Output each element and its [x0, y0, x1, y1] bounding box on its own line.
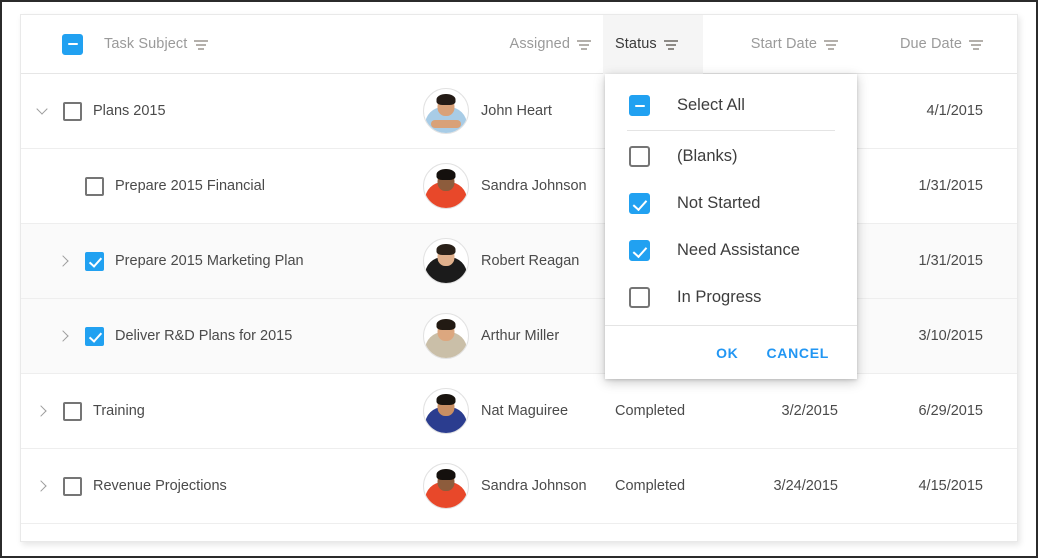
filter-icon[interactable] [577, 39, 591, 51]
grid-body: Plans 2015 John Heart 4/1/2015 Prepare 2015… [21, 74, 1017, 524]
table-row[interactable]: Training Nat Maguiree Completed 3/2/2015 6/2… [21, 374, 1017, 449]
table-row[interactable]: Deliver R&D Plans for 2015 Arthur Miller 3… [21, 299, 1017, 374]
filter-option-checkbox[interactable] [629, 146, 650, 167]
cell-task-subject: Training [21, 399, 401, 423]
chevron-right-icon[interactable] [31, 399, 55, 423]
task-subject-text: Revenue Projections [93, 478, 227, 494]
filter-ok-button[interactable]: OK [702, 337, 752, 369]
task-grid-card: Task Subject Assigned Status Start Date … [20, 14, 1018, 542]
filter-option-item[interactable]: In Progress [605, 274, 857, 321]
column-header-due-date[interactable]: Due Date [855, 15, 1017, 74]
avatar [423, 238, 469, 284]
column-header-assigned[interactable]: Assigned [401, 15, 603, 74]
filter-option-item[interactable]: Need Assistance [605, 227, 857, 274]
task-subject-text: Deliver R&D Plans for 2015 [115, 328, 293, 344]
filter-option-checkbox[interactable] [629, 95, 650, 116]
avatar [423, 463, 469, 509]
column-header-start-date-label: Start Date [750, 36, 817, 52]
column-header-task-subject[interactable]: Task Subject [21, 15, 401, 74]
row-select-checkbox[interactable] [85, 251, 104, 271]
cell-status: Completed [615, 478, 686, 494]
grid-header-row: Task Subject Assigned Status Start Date … [21, 14, 1017, 74]
filter-option-label: Select All [677, 96, 745, 114]
table-row[interactable]: Revenue Projections Sandra Johnson Complet… [21, 449, 1017, 524]
chevron-right-icon[interactable] [53, 249, 77, 273]
cell-due-date: 4/15/2015 [918, 478, 983, 494]
assigned-name: Sandra Johnson [481, 478, 587, 494]
cell-due-date: 6/29/2015 [918, 403, 983, 419]
assigned-name: Nat Maguiree [481, 403, 569, 419]
filter-popup-footer: OK CANCEL [605, 325, 857, 379]
cell-assigned: John Heart [401, 88, 603, 134]
filter-option-checkbox[interactable] [629, 193, 650, 214]
avatar [423, 388, 469, 434]
filter-option-item[interactable]: Not Started [605, 180, 857, 227]
avatar [423, 313, 469, 359]
row-select-checkbox[interactable] [63, 476, 82, 496]
cell-assigned: Robert Reagan [401, 238, 603, 284]
filter-option-list: Select All (Blanks) Not Started Need Assist… [605, 74, 857, 325]
assigned-name: John Heart [481, 103, 552, 119]
filter-select-all-item[interactable]: Select All [605, 82, 857, 129]
column-header-task-subject-label: Task Subject [104, 36, 188, 52]
column-header-status-label: Status [615, 36, 657, 52]
task-subject-text: Prepare 2015 Financial [115, 178, 265, 194]
filter-icon[interactable] [663, 39, 678, 51]
task-subject-text: Prepare 2015 Marketing Plan [115, 253, 304, 269]
row-select-checkbox[interactable] [85, 326, 104, 346]
chevron-right-icon[interactable] [31, 474, 55, 498]
filter-divider [627, 130, 835, 131]
column-header-status[interactable]: Status [603, 14, 703, 74]
task-subject-text: Plans 2015 [93, 103, 166, 119]
filter-option-checkbox[interactable] [629, 240, 650, 261]
cell-assigned: Sandra Johnson [401, 463, 603, 509]
filter-cancel-button[interactable]: CANCEL [752, 337, 843, 369]
select-all-checkbox[interactable] [62, 33, 83, 55]
table-row[interactable]: Plans 2015 John Heart 4/1/2015 [21, 74, 1017, 149]
table-row[interactable]: Prepare 2015 Financial Sandra Johnson 1/31… [21, 149, 1017, 224]
assigned-name: Arthur Miller [481, 328, 560, 344]
chevron-right-icon[interactable] [53, 324, 77, 348]
cell-start-date: 3/2/2015 [781, 403, 838, 419]
column-header-assigned-label: Assigned [509, 36, 570, 52]
filter-option-label: (Blanks) [677, 147, 738, 165]
filter-option-checkbox[interactable] [629, 287, 650, 308]
filter-option-item[interactable]: (Blanks) [605, 133, 857, 180]
avatar [423, 163, 469, 209]
filter-icon[interactable] [194, 39, 209, 51]
cell-start-date: 3/24/2015 [773, 478, 838, 494]
cell-status: Completed [615, 403, 686, 419]
column-header-start-date[interactable]: Start Date [703, 15, 855, 74]
filter-icon[interactable] [969, 39, 983, 51]
cell-task-subject: Revenue Projections [21, 474, 401, 498]
row-select-checkbox[interactable] [63, 101, 82, 121]
cell-due-date: 3/10/2015 [918, 328, 983, 344]
cell-task-subject: Prepare 2015 Financial [21, 174, 401, 198]
cell-assigned: Sandra Johnson [401, 163, 603, 209]
cell-task-subject: Deliver R&D Plans for 2015 [21, 324, 401, 348]
assigned-name: Robert Reagan [481, 253, 580, 269]
table-row[interactable]: Prepare 2015 Marketing Plan Robert Reagan… [21, 224, 1017, 299]
filter-icon[interactable] [824, 39, 838, 51]
filter-option-label: In Progress [677, 288, 762, 306]
cell-task-subject: Prepare 2015 Marketing Plan [21, 249, 401, 273]
filter-option-label: Need Assistance [677, 241, 800, 259]
avatar [423, 88, 469, 134]
cell-due-date: 1/31/2015 [918, 178, 983, 194]
status-filter-popup: Select All (Blanks) Not Started Need Assist… [605, 74, 857, 379]
cell-due-date: 1/31/2015 [918, 253, 983, 269]
assigned-name: Sandra Johnson [481, 178, 587, 194]
chevron-down-icon[interactable] [31, 99, 55, 123]
row-select-checkbox[interactable] [63, 401, 82, 421]
cell-due-date: 4/1/2015 [926, 103, 983, 119]
cell-assigned: Nat Maguiree [401, 388, 603, 434]
screenshot-root: Task Subject Assigned Status Start Date … [0, 0, 1038, 558]
row-select-checkbox[interactable] [85, 176, 104, 196]
column-header-due-date-label: Due Date [899, 36, 962, 52]
cell-assigned: Arthur Miller [401, 313, 603, 359]
cell-task-subject: Plans 2015 [21, 99, 401, 123]
filter-option-label: Not Started [677, 194, 761, 212]
task-subject-text: Training [93, 403, 145, 419]
